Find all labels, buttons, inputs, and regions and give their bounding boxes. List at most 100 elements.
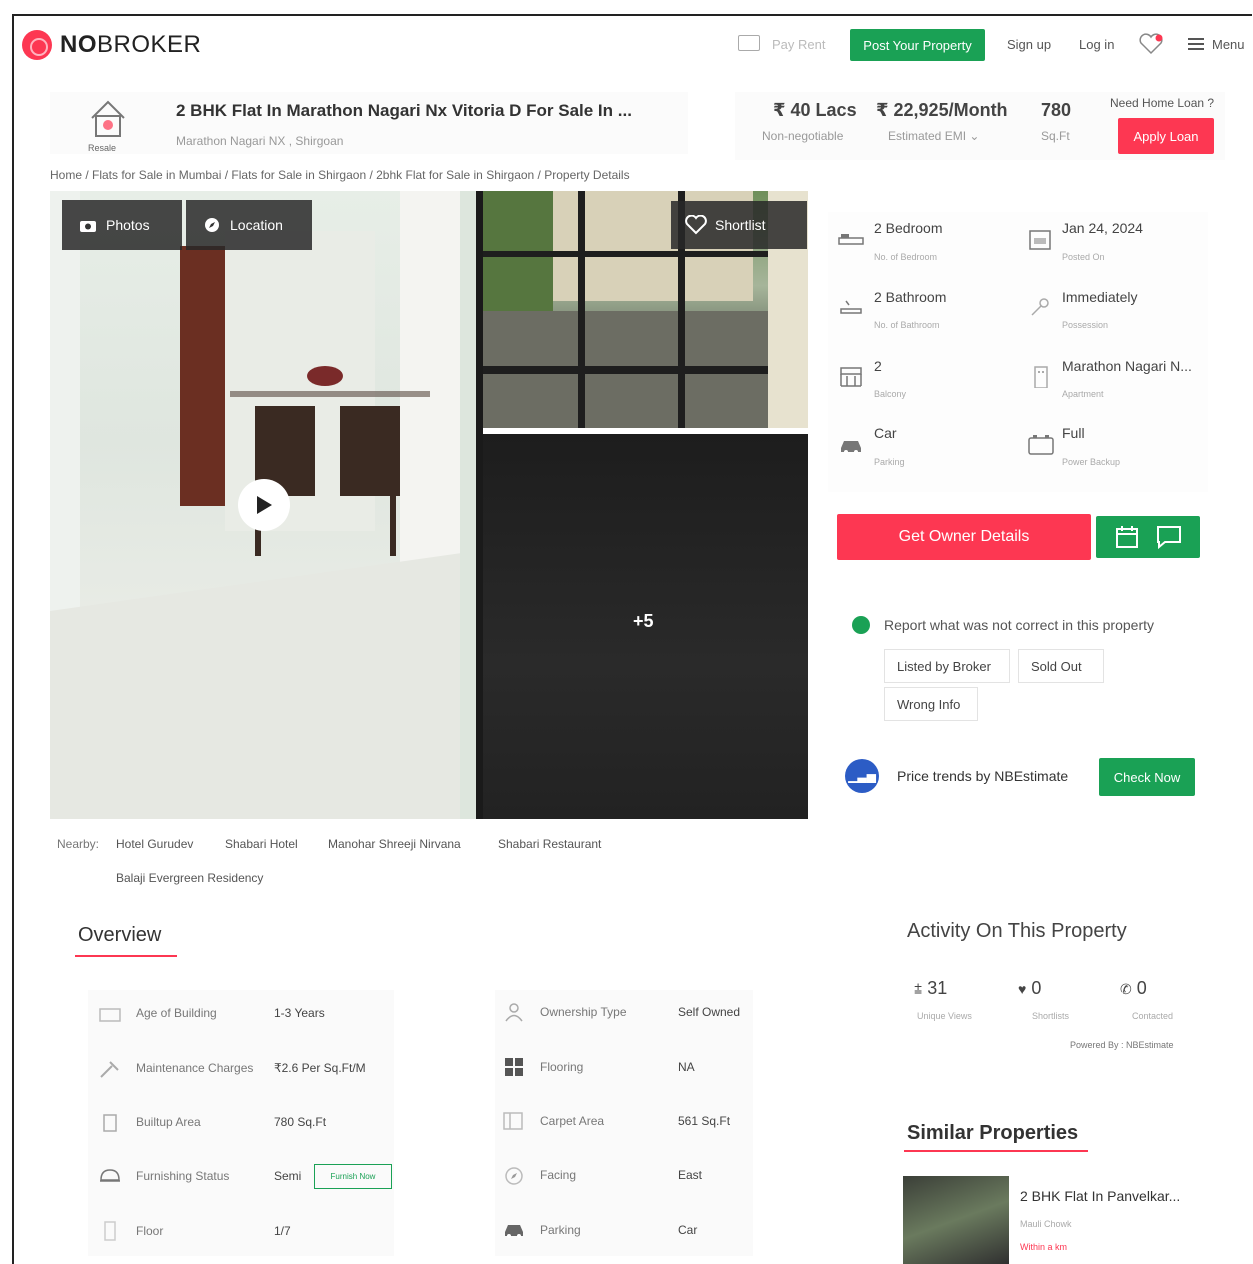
menu-label[interactable]: Menu bbox=[1212, 37, 1245, 52]
nearby-place[interactable]: Shabari Hotel bbox=[225, 837, 298, 851]
nearby-place[interactable]: Manohar Shreeji Nirvana bbox=[328, 837, 461, 851]
floor-icon bbox=[104, 1221, 116, 1241]
powered-by: Powered By : NBEstimate bbox=[1070, 1040, 1174, 1050]
chevron-down-icon: ⌄ bbox=[969, 129, 980, 143]
shortlists-count: ♥ 0 bbox=[1018, 978, 1042, 998]
overview-label: Facing bbox=[540, 1168, 577, 1182]
tag-wrong-info[interactable]: Wrong Info bbox=[884, 687, 978, 721]
bed-icon bbox=[838, 234, 864, 245]
area-unit: Sq.Ft bbox=[1041, 129, 1070, 143]
contact-actions bbox=[1096, 516, 1200, 558]
car-icon bbox=[505, 1225, 523, 1238]
spec-power-value: Full bbox=[1062, 425, 1085, 441]
overview-value: Self Owned bbox=[678, 1005, 741, 1019]
overview-label: Parking bbox=[540, 1223, 581, 1237]
spec-apartment-value: Marathon Nagari N... bbox=[1062, 358, 1192, 374]
overview-label: Maintenance Charges bbox=[136, 1061, 254, 1075]
breadcrumb[interactable]: Home / Flats for Sale in Mumbai / Flats … bbox=[50, 168, 630, 182]
pay-rent-link[interactable]: Pay Rent bbox=[772, 37, 825, 52]
overview-label: Floor bbox=[136, 1224, 164, 1238]
brand-logo-text[interactable]: NOBROKER bbox=[60, 31, 201, 59]
overview-label: Ownership Type bbox=[540, 1005, 627, 1019]
overview-value: 1/7 bbox=[274, 1224, 291, 1238]
gallery-divider bbox=[476, 191, 483, 819]
price-trend-icon: ▁▃▅ bbox=[845, 759, 879, 793]
overview-label: Carpet Area bbox=[540, 1114, 605, 1128]
compass-icon bbox=[205, 218, 219, 232]
car-icon bbox=[841, 441, 861, 454]
sofa-icon bbox=[100, 1169, 120, 1182]
overview-value: NA bbox=[678, 1060, 695, 1074]
spec-apartment-label: Apartment bbox=[1062, 389, 1104, 399]
similar-property-distance: Within a km bbox=[1020, 1242, 1068, 1252]
overview-title: Overview bbox=[78, 924, 162, 946]
ownership-icon bbox=[505, 1003, 523, 1022]
nearby-place[interactable]: Shabari Restaurant bbox=[498, 837, 601, 851]
spec-possession-value: Immediately bbox=[1062, 289, 1138, 305]
overview-label: Builtup Area bbox=[136, 1115, 201, 1129]
overview-value: ₹2.6 Per Sq.Ft/M bbox=[274, 1061, 366, 1075]
emi-note[interactable]: Estimated EMI ⌄ bbox=[888, 129, 979, 143]
overview-value: Semi bbox=[274, 1169, 302, 1183]
overview-value: 1-3 Years bbox=[274, 1006, 325, 1020]
tag-sold-out[interactable]: Sold Out bbox=[1018, 649, 1104, 683]
tiles-icon bbox=[505, 1058, 523, 1076]
phone-icon: ✆ bbox=[1120, 981, 1132, 997]
spec-possession-label: Possession bbox=[1062, 320, 1109, 330]
spec-posted-label: Posted On bbox=[1062, 252, 1105, 262]
activity-title: Activity On This Property bbox=[907, 920, 1127, 942]
photos-button[interactable]: Photos bbox=[62, 200, 182, 250]
resale-label: Resale bbox=[88, 143, 117, 153]
shortlist-button[interactable]: Shortlist bbox=[671, 201, 807, 249]
camera-icon bbox=[80, 220, 96, 232]
apply-loan-button[interactable]: Apply Loan bbox=[1118, 118, 1214, 154]
property-location[interactable]: Marathon Nagari NX , Shirgoan bbox=[176, 134, 343, 148]
price-trends-text: Price trends by NBEstimate bbox=[897, 768, 1069, 784]
hamburger-menu-icon[interactable] bbox=[1188, 38, 1204, 50]
play-icon bbox=[257, 496, 272, 514]
more-photos-count[interactable]: +5 bbox=[633, 611, 654, 632]
contacted-label: Contacted bbox=[1132, 1011, 1174, 1021]
chat-icon[interactable] bbox=[1156, 525, 1182, 549]
building-icon bbox=[1034, 366, 1048, 388]
furnish-now-button[interactable]: Furnish Now bbox=[314, 1164, 392, 1189]
spec-bedroom-value: 2 Bedroom bbox=[874, 220, 943, 236]
wallet-icon bbox=[738, 35, 760, 51]
similar-property-name[interactable]: 2 BHK Flat In Panvelkar... bbox=[1020, 1188, 1180, 1204]
location-label: Location bbox=[230, 217, 283, 233]
nearby-place[interactable]: Hotel Gurudev bbox=[116, 837, 193, 851]
overview-value: 780 Sq.Ft bbox=[274, 1115, 327, 1129]
sign-up-link[interactable]: Sign up bbox=[1007, 37, 1051, 52]
similar-property-image[interactable] bbox=[903, 1176, 1009, 1264]
schedule-calendar-icon[interactable] bbox=[1115, 525, 1139, 549]
person-icon: ⩲ bbox=[914, 981, 923, 997]
play-video-button[interactable] bbox=[238, 479, 290, 531]
overview-label: Furnishing Status bbox=[136, 1169, 230, 1183]
similar-underline bbox=[904, 1150, 1088, 1152]
unique-views-count: ⩲ 31 bbox=[914, 978, 948, 998]
post-property-button[interactable]: Post Your Property bbox=[850, 29, 985, 61]
nearby-place[interactable]: Balaji Evergreen Residency bbox=[116, 871, 263, 885]
emi-value: ₹ 22,925/Month bbox=[876, 100, 1008, 120]
balcony-icon bbox=[840, 367, 862, 387]
spec-power-label: Power Backup bbox=[1062, 457, 1121, 467]
tag-listed-by-broker[interactable]: Listed by Broker bbox=[884, 649, 1010, 683]
heart-outline-icon bbox=[685, 215, 707, 235]
report-alert-icon bbox=[852, 616, 870, 634]
price-note: Non-negotiable bbox=[762, 129, 844, 143]
log-in-link[interactable]: Log in bbox=[1079, 37, 1114, 52]
compass-icon bbox=[505, 1167, 523, 1185]
key-icon bbox=[1031, 298, 1049, 316]
spec-bathroom-value: 2 Bathroom bbox=[874, 289, 947, 305]
overview-underline bbox=[75, 955, 177, 957]
overview-value: 561 Sq.Ft bbox=[678, 1114, 731, 1128]
spec-parking-value: Car bbox=[874, 425, 897, 441]
report-text: Report what was not correct in this prop… bbox=[884, 617, 1155, 633]
nobroker-logo-icon[interactable] bbox=[22, 30, 52, 60]
location-button[interactable]: Location bbox=[186, 200, 312, 250]
get-owner-details-button[interactable]: Get Owner Details bbox=[837, 514, 1091, 560]
heart-icon[interactable] bbox=[1138, 33, 1164, 55]
check-now-button[interactable]: Check Now bbox=[1099, 758, 1195, 796]
similar-properties-title: Similar Properties bbox=[907, 1122, 1079, 1144]
overview-label: Flooring bbox=[540, 1060, 584, 1074]
